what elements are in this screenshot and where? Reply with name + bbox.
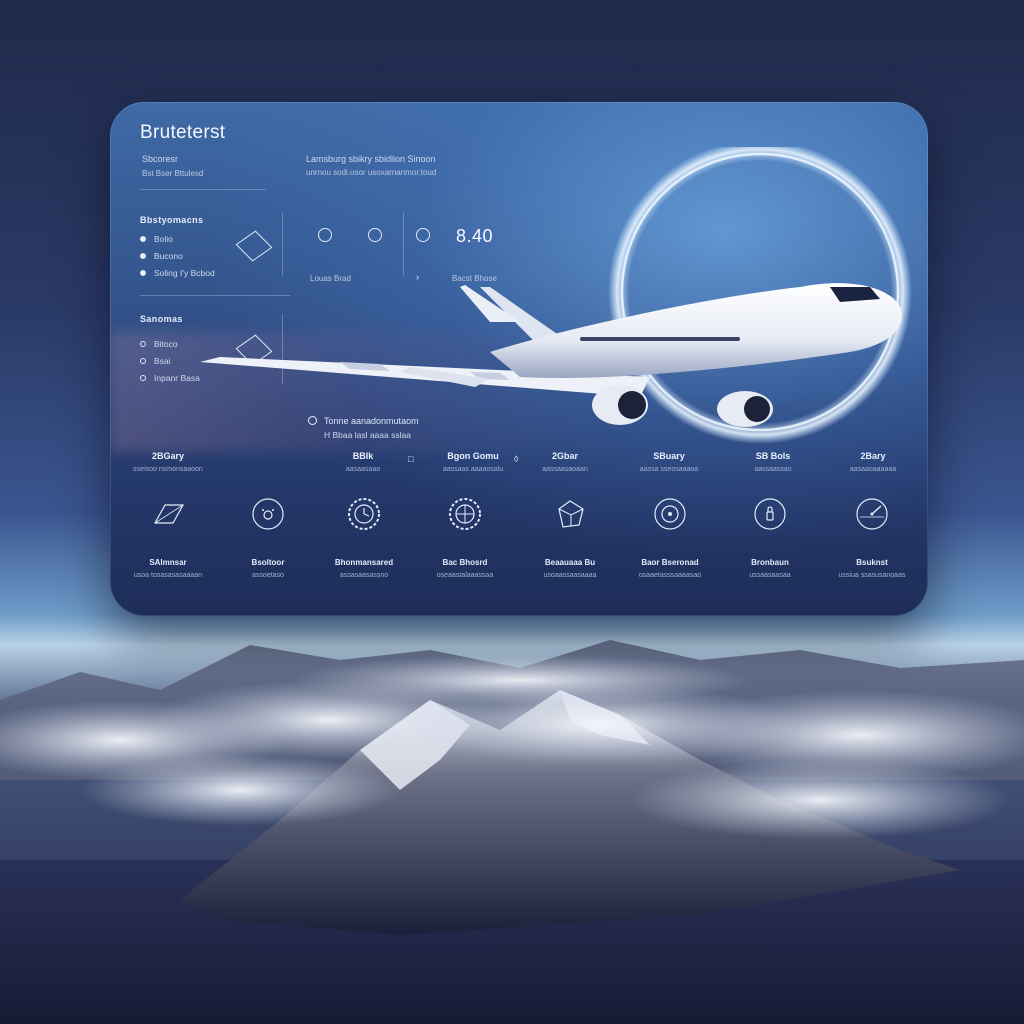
option-label: Bsai [154, 356, 171, 366]
parallelogram-icon [153, 504, 185, 524]
group-2-title: Sanomas [140, 314, 183, 324]
lock-icon [754, 498, 786, 530]
brand-title: Bruteterst [140, 122, 226, 143]
stat-value: Bgon Gomu [447, 451, 499, 461]
radio-dot-icon [140, 253, 146, 259]
box-icon [558, 500, 584, 528]
feature-tile[interactable]: Bsuknst ussiua ssasusanoaas [826, 497, 918, 579]
tile-title: Bhonmansared [334, 558, 394, 567]
tile-title: Bronbaun [751, 558, 789, 567]
tile-title: SAlmnsar [149, 558, 187, 567]
stat-item: BBIk aasaasaao [318, 451, 408, 473]
feature-tile[interactable]: Bsoltoor assoetaso [222, 497, 314, 579]
feature-tile[interactable]: Baor Bseronad osaaetasssaaaasao [624, 497, 716, 579]
option-label: Bucono [154, 251, 183, 261]
tile-title: Bac Bhosrd [442, 558, 488, 567]
drop-icon[interactable]: ◊ [514, 454, 518, 464]
feature-tile[interactable]: Bronbaun ussaasaasaa [724, 497, 816, 579]
feature-tile[interactable]: Bhonmansared assasaasassno [318, 497, 410, 579]
option-label: Bolio [154, 234, 173, 244]
flight-dashboard-panel: Bruteterst Sbcoresr Bst Bser Bttulesd La… [110, 102, 928, 616]
stat-label: aassaassao [754, 466, 792, 473]
stat-value: SB Bols [755, 451, 791, 461]
stat-value: 2Gbar [551, 451, 578, 461]
radio-dot-icon [140, 270, 146, 276]
stat-label: aasaasaao [345, 466, 381, 473]
airplane-illustration [200, 147, 912, 444]
stat-label: aassaasaoaan [542, 466, 588, 473]
tile-title: Beaauaaa Bu [544, 558, 596, 567]
stat-label: aassaas aaaaosalu [442, 466, 504, 473]
target-icon [654, 498, 686, 530]
feature-tile[interactable]: SAlmnsar usoa tosasasasaaaan [122, 497, 214, 579]
stat-item: Bgon Gomu aassaas aaaaosalu [428, 451, 518, 473]
radio-dot-icon [140, 358, 146, 364]
stat-label: aassa sseosaaaoa [639, 466, 699, 473]
tile-subtitle: assoetaso [252, 572, 284, 579]
stat-value: 2Bary [860, 451, 886, 461]
stat-item: 2Gbar aassaasaoaan [520, 451, 610, 473]
tile-subtitle: oseaastalaaassaa [436, 572, 494, 579]
tile-title: Baor Bseronad [641, 558, 699, 567]
tile-title: Bsoltoor [251, 558, 285, 567]
radio-dot-icon [140, 341, 146, 347]
radio-dot-icon [140, 375, 146, 381]
tile-title: Bsuknst [856, 558, 888, 567]
clock-icon [348, 498, 380, 530]
stat-item: 2BGary sseisoo nsmonsaaoon [123, 451, 213, 473]
stat-item: SB Bols aassaassao [728, 451, 818, 473]
feature-tile[interactable]: Bac Bhosrd oseaastalaaassaa [419, 497, 511, 579]
tile-subtitle: assasaasassno [339, 572, 389, 579]
header-subtitle: Sbcoresr [142, 154, 179, 164]
tile-subtitle: osaaetasssaaaasao [638, 572, 702, 579]
radio-option[interactable]: Bolio [140, 234, 173, 244]
stat-value: SBuary [653, 451, 685, 461]
stat-label: aasaaoaaaaaa [849, 466, 897, 473]
option-label: Bitoco [154, 339, 178, 349]
globe-icon [449, 498, 481, 530]
tile-subtitle: ussaasaasaa [749, 572, 791, 579]
feature-tile[interactable]: Beaauaaa Bu usoaassaasaaaa [524, 497, 616, 579]
radio-option[interactable]: Bsai [140, 356, 171, 366]
tile-subtitle: usoa tosasasasaaaan [133, 572, 203, 579]
stat-value: 2BGary [151, 451, 185, 461]
stat-value: BBIk [352, 451, 374, 461]
stat-label: sseisoo nsmonsaaoon [133, 466, 203, 473]
square-icon[interactable]: □ [408, 454, 413, 464]
radio-dot-icon [140, 236, 146, 242]
tile-subtitle: usoaassaasaaaa [543, 572, 597, 579]
stat-item: SBuary aassa sseosaaaoa [624, 451, 714, 473]
radio-option[interactable]: Bitoco [140, 339, 178, 349]
radio-option[interactable]: Bucono [140, 251, 183, 261]
gauge-icon [856, 498, 888, 530]
stat-item: 2Bary aasaaoaaaaaa [828, 451, 918, 473]
tile-subtitle: ussiua ssasusanoaas [838, 572, 906, 579]
face-icon [252, 498, 284, 530]
